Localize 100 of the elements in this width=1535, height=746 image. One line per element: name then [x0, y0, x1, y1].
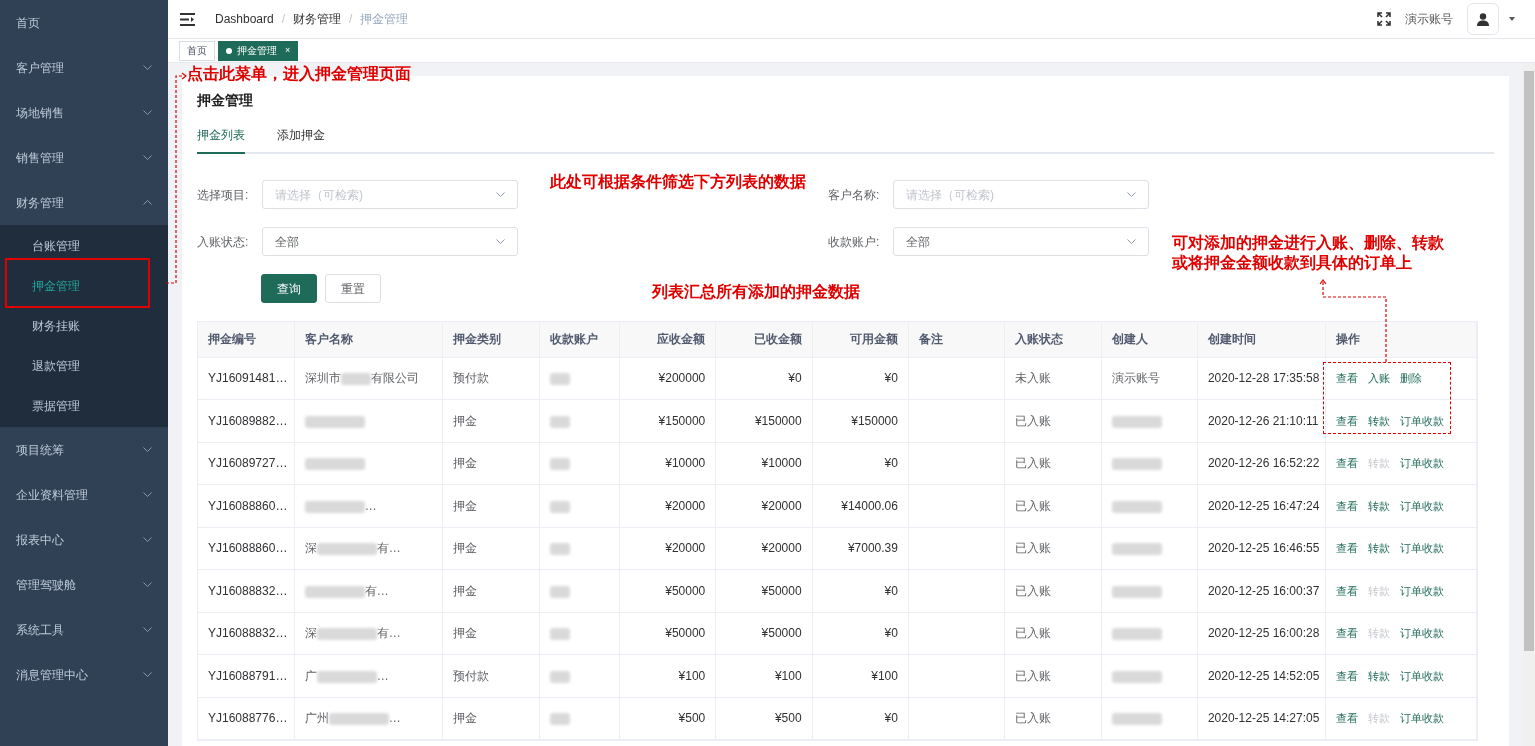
column-header: 备注	[918, 332, 943, 347]
action-link[interactable]: 入账	[1368, 370, 1391, 387]
table-cell: ¥7000.39	[847, 541, 898, 556]
action-link[interactable]: 查看	[1336, 455, 1359, 472]
action-link[interactable]: 查看	[1336, 667, 1359, 684]
table-cell: ¥0	[884, 371, 898, 386]
action-link[interactable]: 查看	[1336, 412, 1359, 429]
table-cell: ¥500	[678, 711, 706, 726]
action-link[interactable]: 订单收款	[1400, 455, 1445, 472]
tab[interactable]: 押金列表	[197, 126, 245, 154]
action-link[interactable]: 订单收款	[1400, 625, 1445, 642]
table-cell: ¥0	[884, 711, 898, 726]
table-cell: 押金	[453, 541, 478, 556]
caret-icon[interactable]	[1509, 17, 1515, 21]
submenu-item[interactable]: 退款管理	[0, 346, 168, 386]
breadcrumb-separator: /	[349, 11, 353, 28]
action-link[interactable]: 查看	[1336, 497, 1359, 514]
action-link[interactable]: 订单收款	[1400, 412, 1445, 429]
action-link[interactable]: 转款	[1368, 540, 1391, 557]
column-header: 操作	[1336, 332, 1361, 347]
table-cell: 深	[304, 541, 317, 556]
table-cell: …	[388, 711, 401, 726]
table-cell: ¥14000.06	[841, 498, 898, 513]
sidebar-item[interactable]: 系统工具	[0, 607, 168, 652]
chevron-down-icon	[496, 192, 505, 197]
sidebar-item[interactable]: 项目统筹	[0, 427, 168, 472]
column-header: 已收金额	[753, 332, 802, 347]
table-cell: 已入账	[1015, 711, 1052, 726]
table-cell: 2020-12-28 17:35:58	[1207, 371, 1320, 386]
tab[interactable]: 添加押金	[277, 126, 325, 154]
sidebar-item[interactable]: 财务管理	[0, 180, 168, 225]
submenu-item[interactable]: 台账管理	[0, 226, 168, 266]
table-cell: 押金	[453, 711, 478, 726]
close-icon[interactable]: ×	[285, 43, 291, 58]
redacted-text	[549, 415, 570, 428]
table-cell: ¥500	[774, 711, 802, 726]
column-header: 押金编号	[208, 332, 256, 347]
breadcrumb-item[interactable]: 财务管理	[293, 10, 342, 28]
table-cell: ¥200000	[658, 371, 706, 386]
action-link[interactable]: 转款	[1368, 667, 1391, 684]
table-cell: ¥0	[884, 583, 898, 598]
breadcrumb-item[interactable]: Dashboard	[215, 10, 274, 28]
submenu-item[interactable]: 财务挂账	[0, 306, 168, 346]
redacted-text	[304, 500, 365, 513]
sidebar-item[interactable]: 管理驾驶舱	[0, 562, 168, 607]
table-cell: ¥0	[884, 626, 898, 641]
sidebar-item[interactable]: 客户管理	[0, 45, 168, 90]
action-link[interactable]: 查看	[1336, 370, 1359, 387]
card-title: 押金管理	[197, 91, 254, 110]
action-link[interactable]: 订单收款	[1400, 667, 1445, 684]
search-button[interactable]: 查询	[261, 274, 317, 303]
table-cell: 已入账	[1015, 413, 1052, 428]
action-link[interactable]: 查看	[1336, 625, 1359, 642]
action-link[interactable]: 转款	[1368, 497, 1391, 514]
action-link[interactable]: 订单收款	[1400, 497, 1445, 514]
annotation-text: 点击此菜单，进入押金管理页面	[187, 64, 411, 84]
sidebar-item[interactable]: 销售管理	[0, 135, 168, 180]
table-cell: 未入账	[1015, 371, 1052, 386]
action-link[interactable]: 查看	[1336, 710, 1359, 727]
table-cell: ¥100	[871, 668, 898, 683]
action-link[interactable]: 查看	[1336, 582, 1359, 599]
breadcrumb-item: 押金管理	[360, 11, 409, 28]
table-cell: 2020-12-25 16:47:24	[1207, 498, 1320, 513]
chevron-down-icon	[1127, 239, 1136, 244]
avatar-button[interactable]	[1467, 3, 1499, 35]
reset-button[interactable]: 重置	[325, 274, 381, 303]
column-header: 入账状态	[1015, 332, 1064, 347]
table-cell: ¥150000	[851, 413, 898, 428]
table-cell: YJ16089882…	[208, 413, 288, 428]
menu-icon[interactable]	[180, 12, 195, 26]
table-cell: ¥150000	[754, 413, 802, 428]
annotation-text: 可对添加的押金进行入账、删除、转款	[1172, 233, 1444, 253]
sidebar-item[interactable]: 消息管理中心	[0, 652, 168, 697]
table-cell: 2020-12-25 16:46:55	[1207, 541, 1320, 556]
action-link[interactable]: 订单收款	[1400, 540, 1445, 557]
sidebar-item[interactable]: 场地销售	[0, 90, 168, 135]
action-link[interactable]: 查看	[1336, 540, 1359, 557]
sidebar-item[interactable]: 首页	[0, 0, 168, 45]
table-cell: ¥50000	[761, 626, 802, 641]
scrollbar[interactable]	[1523, 63, 1535, 746]
table-cell: ¥50000	[665, 626, 706, 641]
submenu-item[interactable]: 票据管理	[0, 386, 168, 426]
select-field[interactable]: 全部	[262, 227, 518, 256]
select-field[interactable]: 全部	[893, 227, 1149, 256]
sidebar-item[interactable]: 企业资料管理	[0, 472, 168, 517]
table-cell: YJ16088860…	[208, 541, 288, 556]
table-cell: 押金	[453, 498, 478, 513]
page-tab[interactable]: 押金管理 ×	[218, 40, 299, 61]
breadcrumb-separator: /	[281, 11, 286, 28]
sidebar-item[interactable]: 报表中心	[0, 517, 168, 562]
fullscreen-icon[interactable]	[1377, 12, 1391, 26]
column-header: 可用金额	[849, 332, 898, 347]
action-link[interactable]: 转款	[1368, 412, 1391, 429]
table-cell: …	[376, 668, 389, 683]
action-link[interactable]: 订单收款	[1400, 710, 1445, 727]
page-tab[interactable]: 首页	[179, 40, 215, 61]
submenu-item[interactable]: 押金管理	[0, 266, 168, 306]
action-link[interactable]: 订单收款	[1400, 582, 1445, 599]
action-link[interactable]: 删除	[1400, 370, 1423, 387]
table-cell: 有限公司	[370, 371, 419, 386]
